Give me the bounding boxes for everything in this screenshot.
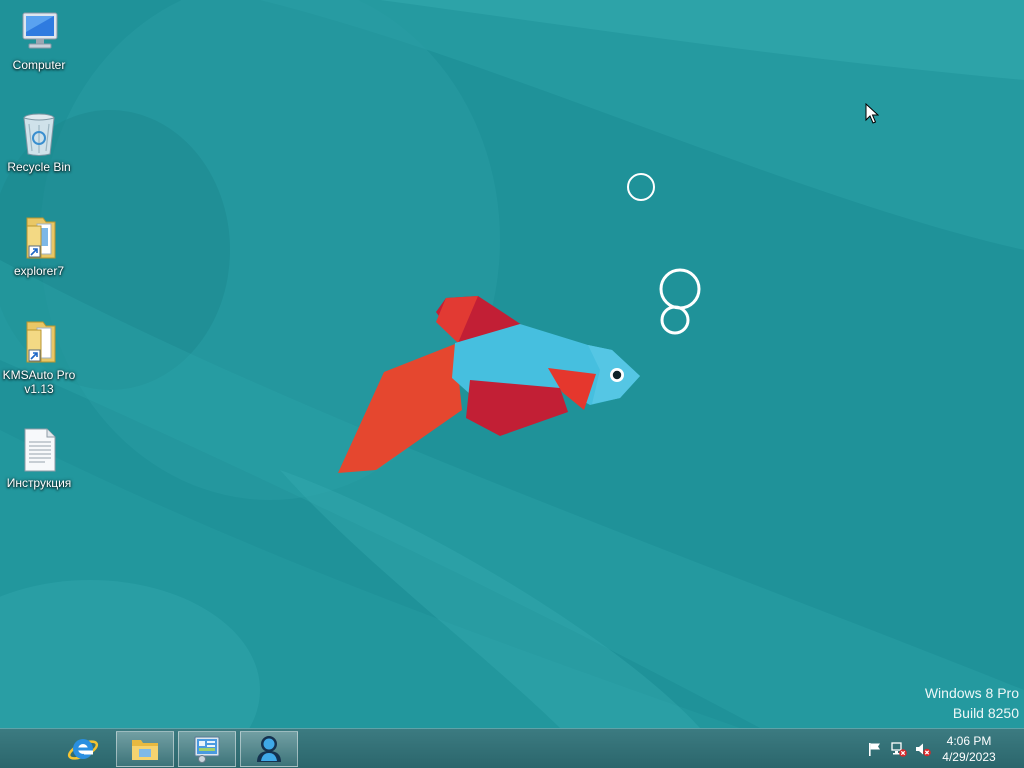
clock-time: 4:06 PM [946,734,992,748]
desktop-icon-label: Recycle Bin [7,160,71,174]
action-center-flag-icon[interactable] [867,741,883,757]
desktop-icon-label: explorer7 [13,264,65,278]
folder-shortcut-icon [26,321,56,363]
windows-build-watermark: Windows 8 Pro Build 8250 [925,683,1019,723]
taskbar-clock[interactable]: 4:06 PM 4/29/2023 [934,733,1004,765]
mouse-cursor-icon [865,103,879,124]
desktop-icon-recycle-bin[interactable]: Recycle Bin [1,110,77,174]
clock-date: 4/29/2023 [942,750,996,764]
folder-shortcut-icon [26,217,56,259]
desktop-icon-instruction[interactable]: Инструкция [1,426,77,490]
network-disconnected-icon[interactable] [891,741,907,757]
taskbar-user-app[interactable] [240,731,298,767]
user-app-icon [257,736,281,762]
taskbar-control-panel[interactable] [178,731,236,767]
taskbar: 4:06 PM 4/29/2023 [0,728,1024,768]
desktop-icon-label: Инструкция [6,476,72,490]
taskbar-file-explorer[interactable] [116,731,174,767]
file-explorer-icon [132,740,158,760]
internet-explorer-icon [67,739,99,760]
desktop-icon-computer[interactable]: Computer [1,8,77,72]
computer-icon [22,12,58,49]
desktop-icon-explorer7[interactable]: explorer7 [1,214,77,278]
volume-muted-icon[interactable] [915,741,931,757]
watermark-build: Build 8250 [952,705,1019,721]
recycle-bin-icon [23,113,55,156]
taskbar-internet-explorer[interactable] [54,731,112,767]
control-panel-icon [194,736,220,763]
text-document-icon [24,428,56,472]
desktop-icon-label: Computer [12,58,66,72]
desktop-icon-label: KMSAuto Pro v1.13 [2,368,76,396]
desktop[interactable]: Computer Recycle Bin explorer7 KMSAuto P… [0,0,1024,728]
desktop-icon-kmsauto[interactable]: KMSAuto Pro v1.13 [1,318,77,396]
watermark-edition: Windows 8 Pro [924,685,1019,701]
